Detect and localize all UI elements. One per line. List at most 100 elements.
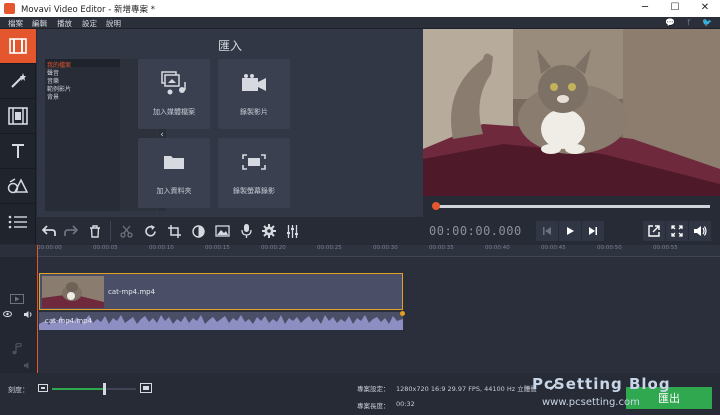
import-tab[interactable] — [0, 29, 36, 64]
clip-properties-button[interactable] — [258, 221, 280, 241]
menu-file[interactable]: 檔案 — [8, 18, 23, 29]
status-bar: 刻度： 專案設定： 1280x720 16:9 29.97 FPS, 44100… — [0, 373, 720, 415]
video-track-icon — [10, 294, 24, 304]
image-icon — [214, 225, 230, 237]
audio-clip-name: cat-mp4.mp4 — [45, 317, 93, 325]
gear-icon — [262, 224, 276, 238]
mic-icon — [240, 224, 252, 238]
record-video-tile[interactable]: 錄製影片 — [218, 59, 290, 129]
time-ruler[interactable]: 00:00:00 00:00:05 00:00:10 00:00:15 00:0… — [37, 245, 720, 257]
record-screen-label: 錄製螢幕錄影 — [233, 187, 275, 195]
menu-bar: 檔案 編輯 播放 設定 說明 💬 f 🐦 — [0, 17, 720, 29]
crop-icon — [167, 224, 181, 238]
project-length-value: 00:32 — [396, 400, 415, 408]
timeline: 00:00:00 00:00:05 00:00:10 00:00:15 00:0… — [0, 245, 720, 373]
window-title: Movavi Video Editor - 新增專案 * — [21, 5, 155, 15]
zoom-handle[interactable] — [103, 383, 107, 395]
twitter-icon[interactable]: 🐦 — [702, 18, 712, 27]
shapes-icon — [7, 178, 29, 194]
scissors-icon — [119, 225, 133, 238]
fullscreen-icon — [671, 225, 683, 237]
undo-icon — [42, 225, 56, 236]
record-video-label: 錄製影片 — [240, 108, 268, 116]
eye-icon[interactable] — [3, 311, 12, 317]
voice-record-button[interactable] — [235, 221, 257, 241]
maximize-button[interactable]: ☐ — [660, 0, 690, 17]
clip-thumbnail — [42, 276, 104, 308]
audio-adjust-button[interactable] — [281, 221, 303, 241]
menu-settings[interactable]: 設定 — [82, 18, 97, 29]
crop-button[interactable] — [163, 221, 185, 241]
playhead[interactable] — [37, 245, 38, 373]
edit-toolbar — [37, 217, 423, 245]
watermark: PcSetting Blog www.pcsetting.com — [532, 375, 720, 415]
seek-handle[interactable] — [432, 202, 440, 210]
video-clip-name: cat-mp4.mp4 — [108, 288, 156, 296]
minimize-button[interactable]: ─ — [630, 0, 660, 17]
filters-tab[interactable] — [0, 64, 36, 99]
ruler-tick: 00:00:30 — [373, 245, 398, 251]
seek-bar[interactable] — [423, 196, 720, 217]
popout-button[interactable] — [643, 221, 665, 241]
image-button[interactable] — [211, 221, 233, 241]
ruler-tick: 00:00:50 — [597, 245, 622, 251]
split-button[interactable] — [115, 221, 137, 241]
equalizer-icon — [286, 224, 298, 238]
add-folder-tile[interactable]: 加入資料夾 — [138, 138, 210, 208]
facebook-icon[interactable]: f — [687, 18, 690, 27]
audio-waveform — [39, 315, 403, 330]
stickers-tab[interactable] — [0, 169, 36, 204]
toolbar-divider — [110, 221, 111, 241]
project-settings-label: 專案設定： — [357, 385, 390, 393]
zoom-label: 刻度： — [8, 386, 29, 394]
category-backgrounds[interactable]: 背景 — [47, 92, 59, 101]
delete-button[interactable] — [84, 221, 106, 241]
more-tab[interactable] — [0, 204, 36, 239]
track-volume-icon[interactable] — [24, 311, 33, 318]
next-frame-button[interactable] — [582, 221, 604, 241]
watermark-url: www.pcsetting.com — [542, 397, 640, 408]
add-media-files-tile[interactable]: 加入媒體檔案 — [138, 59, 210, 129]
ruler-tick: 00:00:25 — [317, 245, 342, 251]
undo-button[interactable] — [38, 221, 60, 241]
close-button[interactable]: ✕ — [690, 0, 720, 17]
add-media-files-label: 加入媒體檔案 — [153, 108, 195, 116]
video-preview — [423, 29, 720, 196]
tool-sidebar — [0, 29, 36, 244]
preview-image — [423, 29, 720, 196]
fullscreen-button[interactable] — [666, 221, 688, 241]
volume-button[interactable] — [689, 221, 711, 241]
seek-track — [436, 205, 710, 208]
audio-clip[interactable]: cat-mp4.mp4 — [39, 312, 403, 330]
menu-play[interactable]: 播放 — [57, 18, 72, 29]
ruler-tick: 00:00:55 — [653, 245, 678, 251]
titles-tab[interactable] — [0, 134, 36, 169]
music-track-volume-icon[interactable] — [24, 362, 33, 369]
redo-button[interactable] — [60, 221, 82, 241]
zoom-slider[interactable] — [52, 383, 136, 395]
zoom-out-icon[interactable] — [38, 384, 48, 392]
zoom-in-icon[interactable] — [140, 383, 152, 393]
previous-frame-button[interactable] — [536, 221, 558, 241]
volume-icon — [694, 226, 707, 236]
transitions-tab[interactable] — [0, 99, 36, 134]
video-clip[interactable]: cat-mp4.mp4 — [39, 273, 403, 310]
play-button[interactable] — [559, 221, 581, 241]
music-note-icon — [12, 343, 22, 355]
chat-icon[interactable]: 💬 — [665, 18, 675, 27]
filmstrip-icon — [8, 107, 28, 125]
menu-help[interactable]: 說明 — [106, 18, 121, 29]
color-adjust-button[interactable] — [187, 221, 209, 241]
ruler-tick: 00:00:20 — [261, 245, 286, 251]
ruler-tick: 00:00:00 — [37, 245, 62, 251]
record-screen-tile[interactable]: 錄製螢幕錄影 — [218, 138, 290, 208]
menu-edit[interactable]: 編輯 — [32, 18, 47, 29]
play-icon — [567, 227, 574, 235]
skip-forward-icon — [589, 227, 597, 235]
audio-volume-handle[interactable] — [400, 311, 405, 316]
import-icon — [9, 38, 27, 54]
rotate-button[interactable] — [139, 221, 161, 241]
zoom-fill — [52, 388, 105, 390]
ruler-tick: 00:00:15 — [205, 245, 230, 251]
popout-icon — [648, 225, 660, 237]
